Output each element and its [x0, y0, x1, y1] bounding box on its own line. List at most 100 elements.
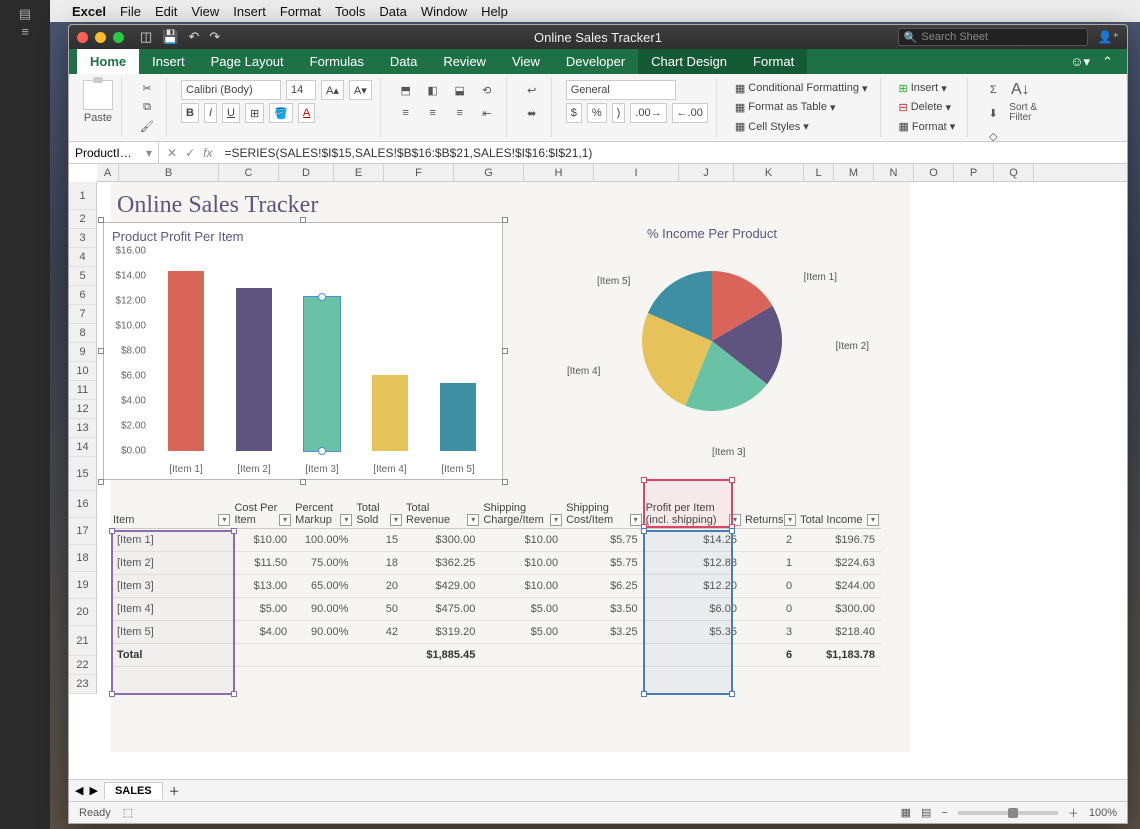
menu-insert[interactable]: Insert [233, 4, 266, 19]
row-header[interactable]: 12 [69, 400, 97, 419]
table-cell[interactable]: $10.00 [481, 528, 564, 551]
share-icon[interactable]: 👤⁺ [1098, 30, 1119, 44]
fill-icon[interactable]: ⬇ [982, 103, 1004, 123]
table-cell[interactable]: $218.40 [798, 620, 881, 643]
format-as-table-button[interactable]: ▦Format as Table ▾ [731, 99, 872, 115]
underline-button[interactable]: U [222, 103, 240, 123]
row-header[interactable]: 23 [69, 675, 97, 694]
table-cell[interactable]: $319.20 [404, 620, 481, 643]
table-header[interactable]: Item▾ [111, 498, 232, 528]
filter-icon[interactable]: ▾ [340, 514, 352, 526]
bar-plot-area[interactable] [152, 251, 492, 451]
table-cell[interactable]: 1 [743, 551, 798, 574]
bar-series-item[interactable] [304, 297, 340, 451]
table-header[interactable]: Returns▾ [743, 498, 798, 528]
table-header[interactable]: Shipping Charge/Item▾ [481, 498, 564, 528]
col-header[interactable]: I [594, 164, 679, 181]
col-header[interactable]: B [119, 164, 219, 181]
tab-insert[interactable]: Insert [139, 49, 198, 74]
tab-formulas[interactable]: Formulas [297, 49, 377, 74]
zoom-in-icon[interactable]: ＋ [1068, 805, 1079, 821]
formula-input[interactable]: =SERIES(SALES!$I$15,SALES!$B$16:$B$21,SA… [220, 146, 1127, 160]
bar-series-item[interactable] [168, 271, 204, 451]
bar-chart[interactable]: Product Profit Per Item $0.00$2.00$4.00$… [103, 222, 503, 480]
table-cell[interactable]: $362.25 [404, 551, 481, 574]
row-header[interactable]: 21 [69, 626, 97, 656]
table-cell[interactable]: $5.00 [481, 597, 564, 620]
align-middle-icon[interactable]: ◧ [422, 80, 444, 100]
copy-icon[interactable]: ⧉ [136, 99, 158, 115]
decrease-font-icon[interactable]: A▾ [349, 80, 372, 100]
menu-help[interactable]: Help [481, 4, 508, 19]
filter-icon[interactable]: ▾ [467, 514, 479, 526]
table-cell[interactable]: 0 [743, 574, 798, 597]
table-cell[interactable]: 50 [354, 597, 404, 620]
page-icon[interactable]: ▤ [19, 6, 31, 22]
table-cell[interactable]: $5.35 [644, 620, 743, 643]
col-header[interactable]: E [334, 164, 384, 181]
tab-chart-design[interactable]: Chart Design [638, 49, 740, 74]
table-header[interactable]: Profit per Item (incl. shipping)▾ [644, 498, 743, 528]
table-cell[interactable]: $12.88 [644, 551, 743, 574]
filter-icon[interactable]: ▾ [784, 514, 796, 526]
table-header[interactable]: Cost Per Item▾ [232, 498, 293, 528]
undo-icon[interactable]: ↶ [188, 29, 199, 45]
redo-icon[interactable]: ↷ [209, 29, 220, 45]
zoom-slider[interactable] [958, 811, 1058, 815]
account-icon[interactable]: ☺▾ [1070, 54, 1090, 70]
table-cell[interactable]: $3.50 [564, 597, 643, 620]
table-row[interactable]: [Item 3]$13.0065.00%20$429.00$10.00$6.25… [111, 574, 881, 597]
sheet-tab-sales[interactable]: SALES [104, 782, 163, 799]
tab-page-layout[interactable]: Page Layout [198, 49, 297, 74]
number-format-select[interactable]: General [566, 80, 676, 100]
col-header[interactable]: H [524, 164, 594, 181]
cell-styles-button[interactable]: ▦Cell Styles ▾ [731, 119, 872, 135]
row-header[interactable]: 17 [69, 518, 97, 545]
add-sheet-button[interactable]: ＋ [169, 783, 180, 799]
table-cell[interactable]: 0 [743, 597, 798, 620]
table-cell[interactable]: $429.00 [404, 574, 481, 597]
table-cell[interactable]: $4.00 [232, 620, 293, 643]
tab-view[interactable]: View [499, 49, 553, 74]
col-header[interactable]: J [679, 164, 734, 181]
merge-cells-icon[interactable]: ⬌ [521, 103, 543, 123]
indent-icon[interactable]: ⇤ [476, 103, 498, 123]
table-header[interactable]: Total Revenue▾ [404, 498, 481, 528]
filter-icon[interactable]: ▾ [550, 514, 562, 526]
table-cell[interactable]: 90.00% [293, 597, 354, 620]
bold-button[interactable]: B [181, 103, 199, 123]
filter-icon[interactable]: ▾ [867, 514, 879, 526]
col-header[interactable]: F [384, 164, 454, 181]
worksheet[interactable]: ABCDEFGHIJKLMNOPQ12345678910111213141516… [69, 164, 1127, 779]
italic-button[interactable]: I [204, 103, 217, 123]
table-cell[interactable]: $5.75 [564, 528, 643, 551]
table-cell[interactable]: $3.25 [564, 620, 643, 643]
bar-series-item[interactable] [440, 383, 476, 451]
zoom-value[interactable]: 100% [1089, 807, 1117, 819]
format-cells-button[interactable]: ▦Format ▾ [895, 119, 960, 135]
align-left-icon[interactable]: ≡ [395, 103, 417, 123]
table-cell[interactable]: $5.00 [481, 620, 564, 643]
maximize-button[interactable] [113, 32, 124, 43]
tab-home[interactable]: Home [77, 49, 139, 74]
table-cell[interactable]: 2 [743, 528, 798, 551]
tab-nav-next-icon[interactable]: ▶ [89, 784, 97, 797]
decrease-decimal-icon[interactable]: ←.00 [672, 103, 708, 123]
sales-table[interactable]: Item▾Cost Per Item▾Percent Markup▾Total … [111, 498, 881, 667]
row-header[interactable]: 9 [69, 343, 97, 362]
view-page-icon[interactable]: ▤ [921, 806, 931, 819]
filter-icon[interactable]: ▾ [729, 514, 741, 526]
row-header[interactable]: 4 [69, 248, 97, 267]
app-name[interactable]: Excel [72, 4, 106, 19]
filter-icon[interactable]: ▾ [630, 514, 642, 526]
table-cell[interactable]: 90.00% [293, 620, 354, 643]
col-header[interactable]: C [219, 164, 279, 181]
fill-color-button[interactable]: 🪣 [269, 103, 293, 123]
menu-tools[interactable]: Tools [335, 4, 365, 19]
table-cell[interactable]: $475.00 [404, 597, 481, 620]
format-painter-icon[interactable]: 🖌 [136, 119, 158, 135]
increase-decimal-icon[interactable]: .00→ [630, 103, 666, 123]
menu-data[interactable]: Data [379, 4, 406, 19]
col-header[interactable]: N [874, 164, 914, 181]
conditional-formatting-button[interactable]: ▦Conditional Formatting ▾ [731, 80, 872, 96]
